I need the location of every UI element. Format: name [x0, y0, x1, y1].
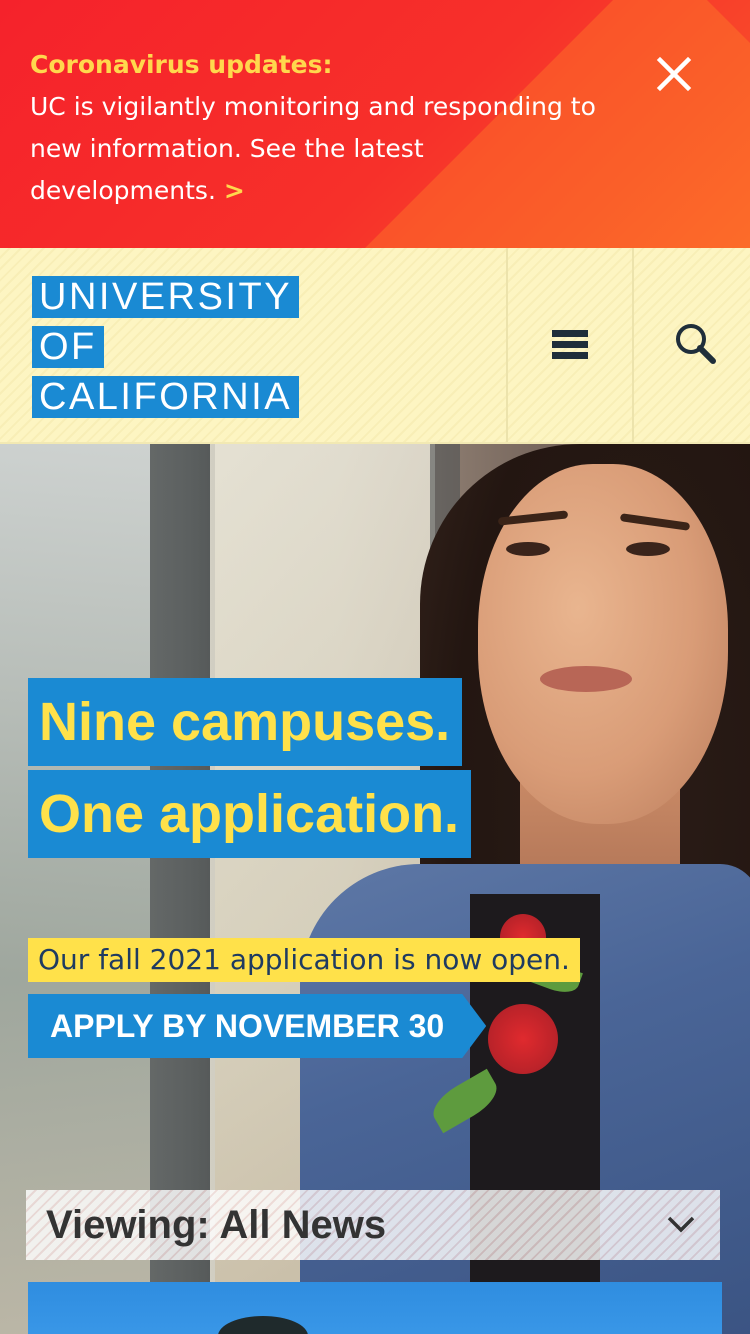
hero-subtext: Our fall 2021 application is now open.	[28, 938, 580, 982]
search-icon	[676, 324, 716, 364]
alert-text[interactable]: Coronavirus updates: UC is vigilantly mo…	[30, 44, 610, 212]
close-icon[interactable]	[654, 54, 694, 94]
news-filter-dropdown[interactable]: Viewing: All News	[26, 1190, 720, 1260]
apply-button[interactable]: APPLY BY NOVEMBER 30	[28, 994, 486, 1058]
menu-button[interactable]	[508, 248, 632, 442]
hero-headline-1: Nine campuses.	[28, 678, 463, 766]
news-card-image[interactable]	[28, 1282, 722, 1334]
alert-title: Coronavirus updates:	[30, 50, 333, 79]
logo-line-university: UNIVERSITY	[32, 276, 300, 318]
chevron-right-icon[interactable]: >	[224, 176, 245, 205]
hero-section: Nine campuses. One application. Our fall…	[0, 444, 750, 1334]
logo-line-of: OF	[32, 326, 104, 368]
search-button[interactable]	[634, 248, 750, 442]
alert-body[interactable]: UC is vigilantly monitoring and respondi…	[30, 92, 596, 205]
coronavirus-alert-banner: Coronavirus updates: UC is vigilantly mo…	[0, 0, 750, 248]
chevron-down-icon	[667, 1216, 695, 1233]
news-filter-label: Viewing: All News	[46, 1203, 387, 1247]
site-header: UNIVERSITY OF CALIFORNIA	[0, 248, 750, 444]
logo-line-california: CALIFORNIA	[32, 376, 300, 418]
hamburger-menu-icon	[552, 330, 588, 359]
uc-logo[interactable]: UNIVERSITY OF CALIFORNIA	[32, 276, 300, 426]
hero-headline-2: One application.	[28, 770, 472, 858]
